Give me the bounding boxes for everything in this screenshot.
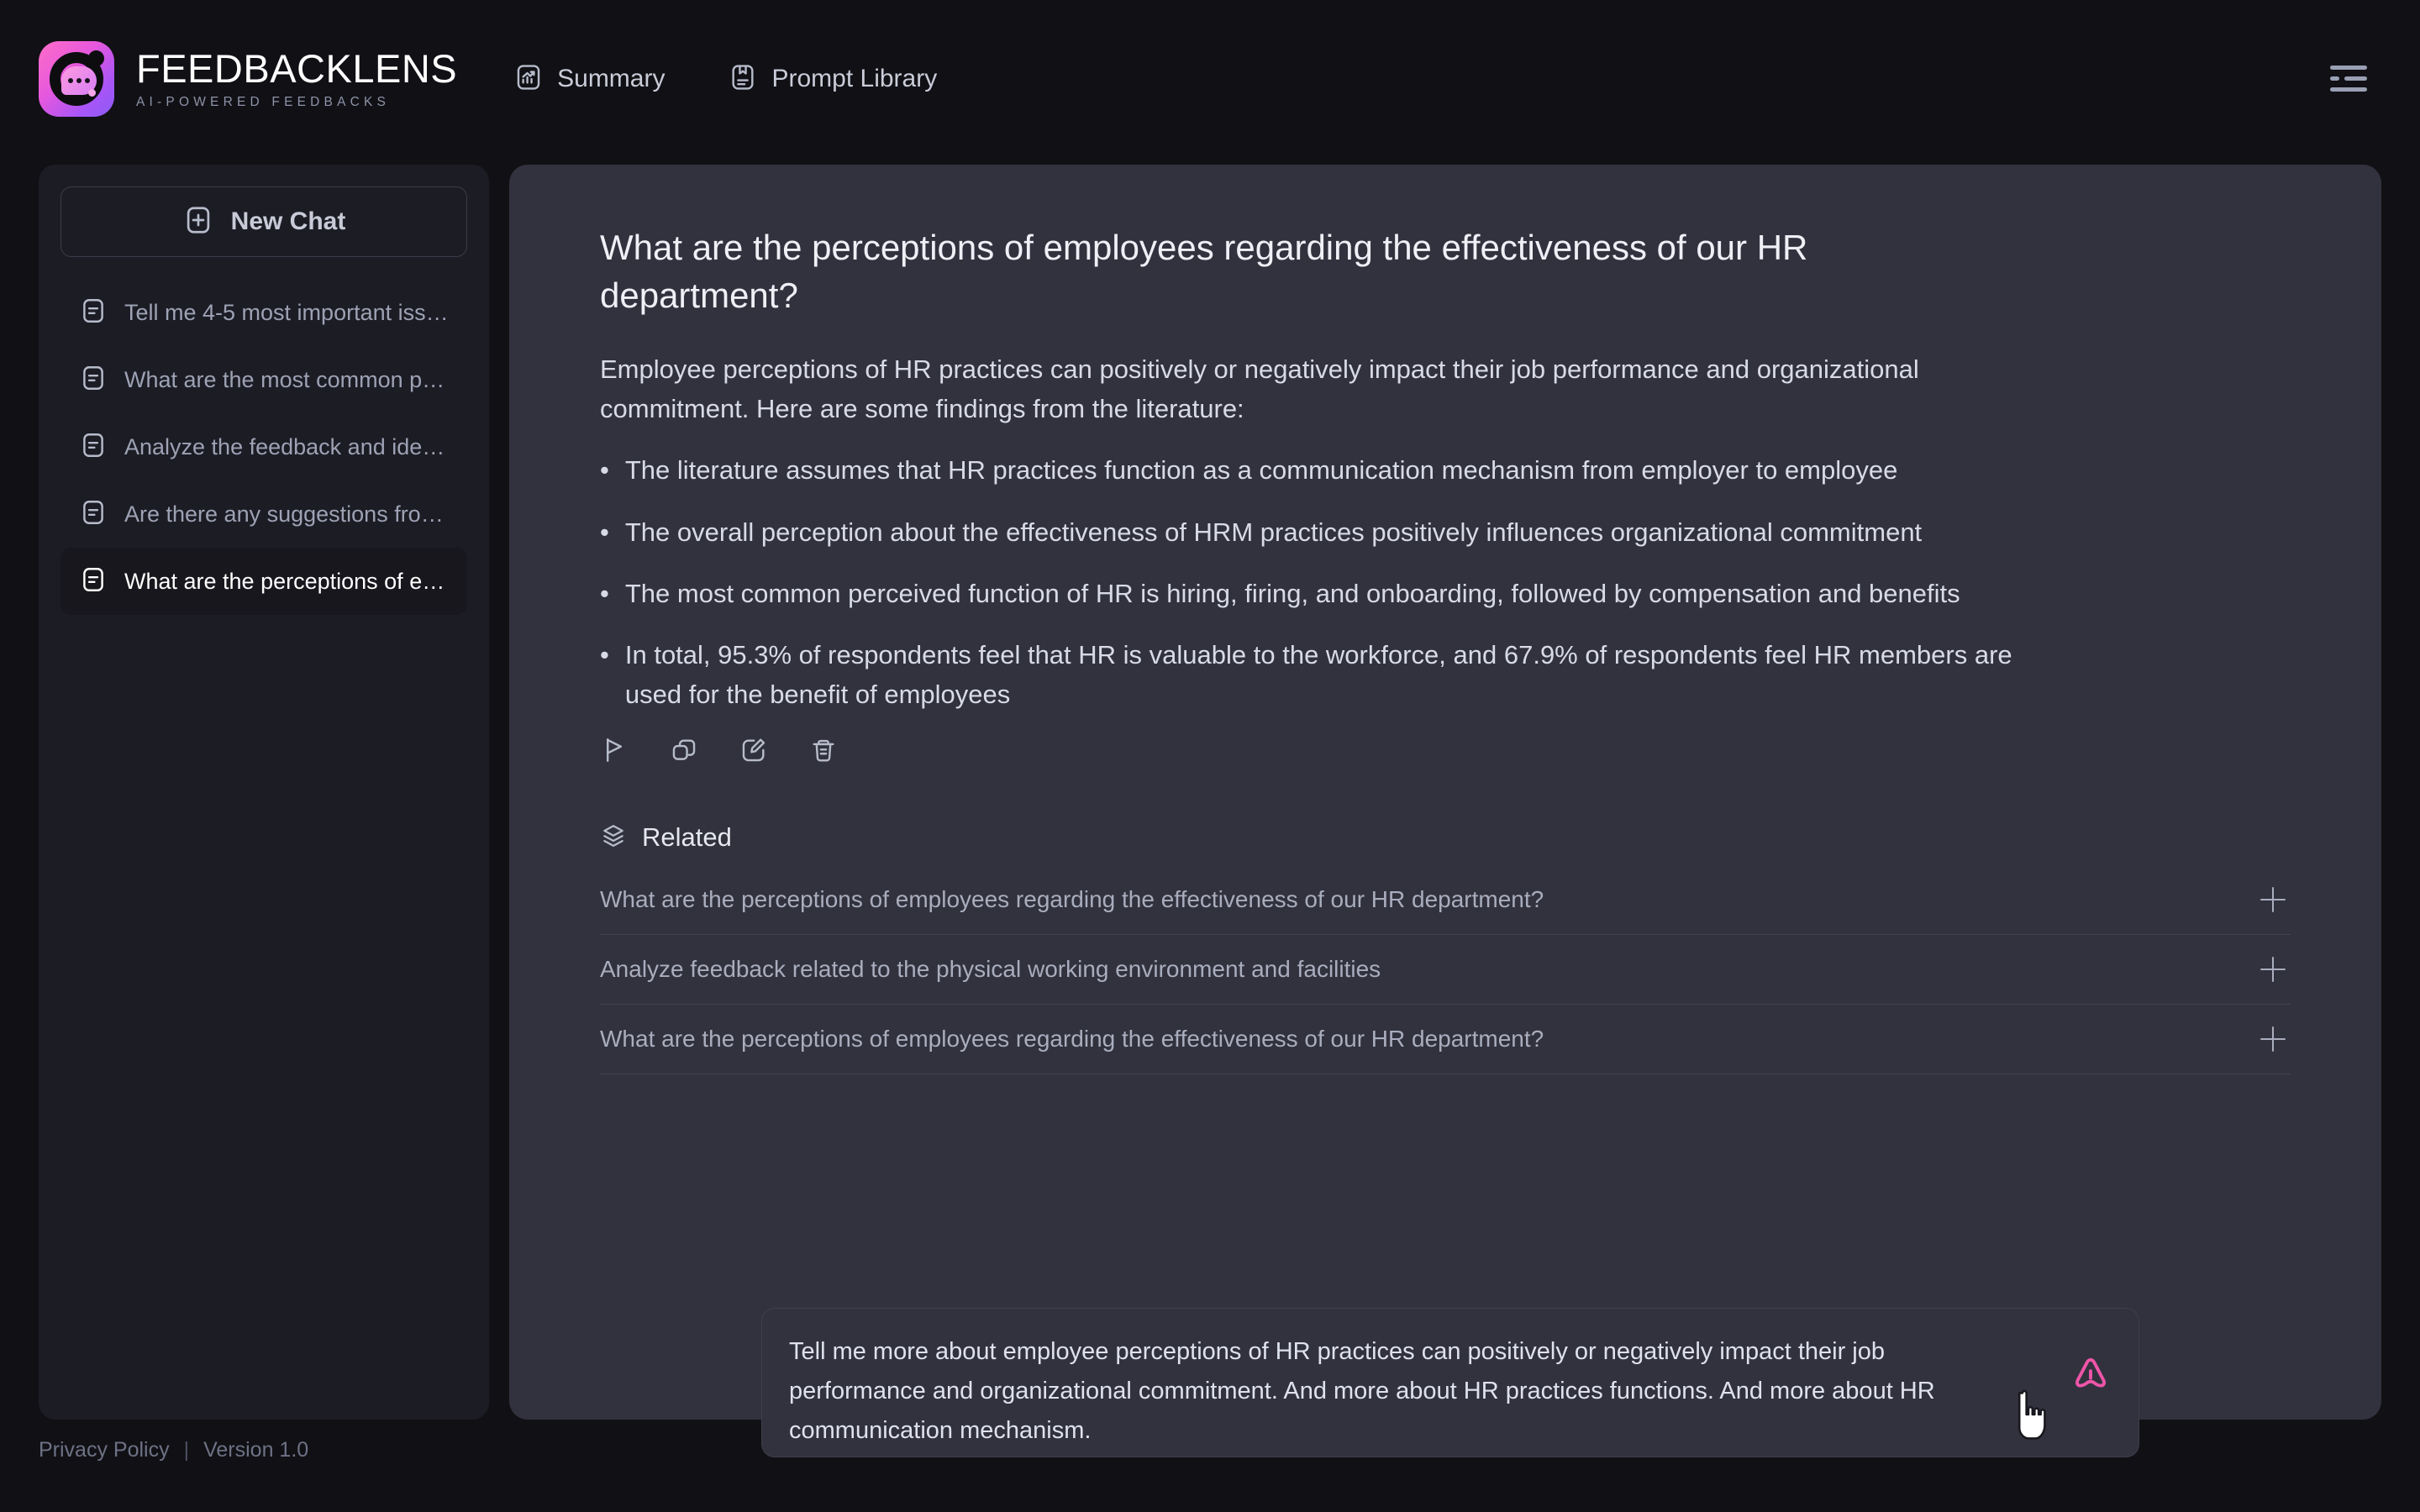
send-paper-plane-icon[interactable] [2065, 1351, 2117, 1403]
chat-history-item[interactable]: Tell me 4-5 most important issue... [60, 279, 467, 346]
answer-bullet-text: The most common perceived function of HR… [624, 578, 1960, 608]
brand-title: FEEDBACKLENS [136, 45, 458, 91]
layers-stack-icon [600, 822, 627, 853]
version-label: Version 1.0 [203, 1438, 309, 1462]
chat-document-icon [79, 364, 108, 396]
bullet-marker: • [600, 578, 609, 608]
logo-dot-bottom-right [88, 89, 96, 97]
related-item-text: Analyze feedback related to the physical… [600, 955, 1381, 982]
related-item-text: What are the perceptions of employees re… [600, 1025, 1544, 1052]
edit-answer-button[interactable] [739, 736, 768, 769]
sidebar: New Chat Tell me 4-5 most important issu… [39, 165, 489, 1420]
privacy-policy-link[interactable]: Privacy Policy [39, 1438, 170, 1462]
related-heading: Related [600, 822, 2291, 853]
footer: Privacy Policy | Version 1.0 [39, 1438, 308, 1462]
chat-history-item-label: Tell me 4-5 most important issue... [124, 299, 449, 325]
brand-text: FEEDBACKLENS AI-POWERED FEEDBACKS [136, 45, 458, 110]
related-heading-label: Related [642, 822, 732, 853]
related-list: What are the perceptions of employees re… [600, 865, 2291, 1074]
bullet-marker: • [600, 517, 609, 547]
related-item-text: What are the perceptions of employees re… [600, 885, 1544, 912]
plus-icon[interactable] [2260, 956, 2286, 982]
flag-answer-button[interactable] [600, 736, 629, 769]
header-nav: Summary Prompt Library [514, 63, 937, 96]
chat-history-item-label: Analyze the feedback and identif... [124, 433, 449, 459]
nav-item-prompt-library[interactable]: Prompt Library [729, 63, 937, 96]
plus-icon[interactable] [2260, 886, 2286, 912]
answer-bullet-text: In total, 95.3% of respondents feel that… [624, 639, 2012, 709]
chat-history-item[interactable]: What are the most common pos... [60, 346, 467, 413]
chat-history-item-label: Are there any suggestions from ... [124, 501, 449, 527]
related-item[interactable]: Analyze feedback related to the physical… [600, 935, 2291, 1005]
chat-history-list: Tell me 4-5 most important issue... What… [60, 279, 467, 615]
bullet-marker: • [600, 639, 609, 669]
plus-icon[interactable] [2260, 1026, 2286, 1052]
answer-bullet-list: • The literature assumes that HR practic… [600, 450, 2291, 714]
nav-item-summary[interactable]: Summary [514, 63, 665, 96]
new-chat-button[interactable]: New Chat [60, 186, 467, 257]
chat-history-item-label: What are the most common pos... [124, 366, 449, 392]
answer-bullet-text: The literature assumes that HR practices… [624, 455, 1898, 486]
brand-subtitle: AI-POWERED FEEDBACKS [136, 95, 391, 110]
answer-bullet: • The literature assumes that HR practic… [600, 450, 2020, 490]
chat-document-icon [79, 565, 108, 598]
answer-bullet: • In total, 95.3% of respondents feel th… [600, 635, 2020, 714]
composer-input[interactable]: Tell me more about employee perceptions … [789, 1332, 2021, 1451]
chat-lens-logo-icon [39, 41, 114, 117]
chat-history-item[interactable]: Analyze the feedback and identif... [60, 413, 467, 480]
chart-growth-icon [514, 63, 543, 96]
hamburger-menu-icon[interactable] [2330, 66, 2367, 92]
related-item[interactable]: What are the perceptions of employees re… [600, 865, 2291, 935]
answer-bullet: • The most common perceived function of … [600, 574, 2020, 613]
chat-history-item-label: What are the perceptions of em... [124, 568, 449, 594]
page-title: What are the perceptions of employees re… [600, 228, 1808, 316]
answer-intro: Employee perceptions of HR practices can… [600, 354, 1919, 424]
bookmark-document-icon [729, 63, 757, 96]
logo-dot-top-right [88, 50, 104, 66]
nav-item-summary-label: Summary [557, 65, 666, 92]
answer-panel: What are the perceptions of employees re… [509, 165, 2381, 1420]
delete-answer-button[interactable] [809, 736, 838, 769]
chat-history-item[interactable]: Are there any suggestions from ... [60, 480, 467, 548]
copy-answer-button[interactable] [670, 736, 698, 769]
mouse-cursor [2018, 1389, 2046, 1440]
chat-history-item-selected[interactable]: What are the perceptions of em... [60, 548, 467, 615]
app-header: FEEDBACKLENS AI-POWERED FEEDBACKS Summar… [0, 0, 2420, 158]
answer-actions [600, 736, 2291, 769]
related-item[interactable]: What are the perceptions of employees re… [600, 1005, 2291, 1074]
nav-item-prompt-library-label: Prompt Library [771, 65, 938, 92]
composer[interactable]: Tell me more about employee perceptions … [761, 1308, 2139, 1457]
chat-document-icon [79, 498, 108, 531]
new-chat-label: New Chat [230, 207, 346, 235]
plus-square-icon [182, 204, 214, 240]
chat-document-icon [79, 431, 108, 464]
chat-document-icon [79, 297, 108, 329]
footer-separator: | [183, 1438, 190, 1462]
brand: FEEDBACKLENS AI-POWERED FEEDBACKS [39, 41, 457, 117]
bullet-marker: • [600, 455, 609, 486]
answer-bullet: • The overall perception about the effec… [600, 512, 2020, 552]
answer-bullet-text: The overall perception about the effecti… [624, 517, 1923, 547]
